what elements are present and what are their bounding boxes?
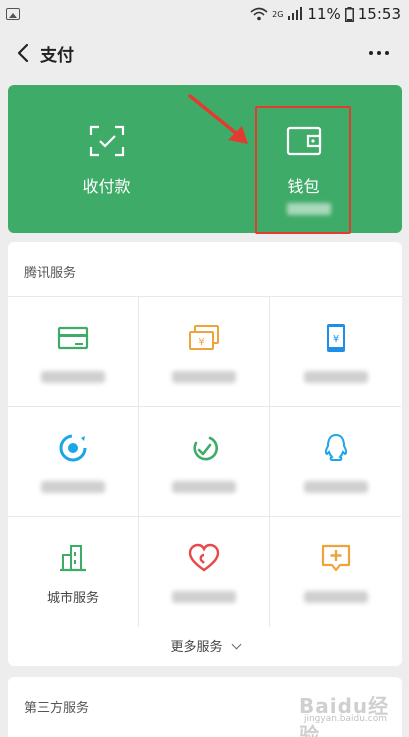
service-credit-card-repay[interactable] xyxy=(8,297,139,407)
wifi-icon xyxy=(250,7,268,21)
more-options-icon[interactable] xyxy=(369,42,389,64)
battery-percent: 11% xyxy=(307,5,341,23)
more-services-label: 更多服务 xyxy=(170,640,223,655)
more-services-button[interactable]: 更多服务 xyxy=(8,636,402,655)
back-icon[interactable] xyxy=(14,42,36,64)
signal-icon xyxy=(288,7,303,20)
service-label-blurred xyxy=(172,481,236,493)
wealth-management-icon: ¥ xyxy=(189,325,219,350)
medical-icon xyxy=(321,544,350,572)
service-label-blurred xyxy=(41,371,105,383)
watermark-logo: Baidu经验 jingyan.baidu.com xyxy=(299,690,391,737)
annotation-arrow xyxy=(188,94,248,144)
receive-pay-label: 收付款 xyxy=(82,177,131,196)
service-label-blurred xyxy=(41,481,105,493)
scan-qr-icon xyxy=(89,125,124,157)
service-label: 城市服务 xyxy=(46,591,99,606)
chevron-down-icon xyxy=(231,639,241,650)
service-mobile-topup[interactable]: ¥ xyxy=(270,297,401,407)
utilities-icon xyxy=(59,434,87,462)
qq-icon xyxy=(324,433,347,461)
service-charity[interactable] xyxy=(139,517,270,627)
tencent-services-section: 腾讯服务 ¥ ¥ 城市服务 更多服务 xyxy=(8,242,402,666)
service-wealth-management[interactable]: ¥ xyxy=(139,297,270,407)
service-utilities[interactable] xyxy=(8,407,139,517)
signal-type-label: 2G xyxy=(272,9,284,19)
clock: 15:53 xyxy=(357,5,401,23)
services-grid: ¥ ¥ 城市服务 xyxy=(8,296,402,627)
svg-text:¥: ¥ xyxy=(332,334,338,345)
gallery-notification-icon xyxy=(6,8,20,20)
section-title: 腾讯服务 xyxy=(24,266,77,281)
watermark-url: jingyan.baidu.com xyxy=(303,714,387,724)
service-medical[interactable] xyxy=(270,517,401,627)
credit-card-repay-icon xyxy=(57,326,89,350)
mobile-topup-icon: ¥ xyxy=(326,324,345,352)
receive-pay-button[interactable]: 收付款 xyxy=(8,85,205,233)
charity-icon xyxy=(188,543,220,572)
service-qq-coin[interactable] xyxy=(139,407,270,517)
battery-icon xyxy=(344,6,354,22)
service-qq[interactable] xyxy=(270,407,401,517)
page-title: 支付 xyxy=(40,46,74,66)
service-label-blurred xyxy=(172,371,236,383)
highlight-box xyxy=(255,106,351,234)
city-services-icon xyxy=(60,545,86,572)
nav-bar: 支付 xyxy=(0,28,409,78)
service-label-blurred xyxy=(303,591,368,603)
service-city-services[interactable]: 城市服务 xyxy=(8,517,139,627)
svg-text:¥: ¥ xyxy=(198,337,204,348)
service-label-blurred xyxy=(303,371,368,383)
status-bar: 2G 11% 15:53 xyxy=(0,0,409,28)
service-label-blurred xyxy=(303,481,368,493)
service-label-blurred xyxy=(172,591,236,603)
qq-coin-icon xyxy=(193,436,219,461)
section-title: 第三方服务 xyxy=(24,701,90,716)
